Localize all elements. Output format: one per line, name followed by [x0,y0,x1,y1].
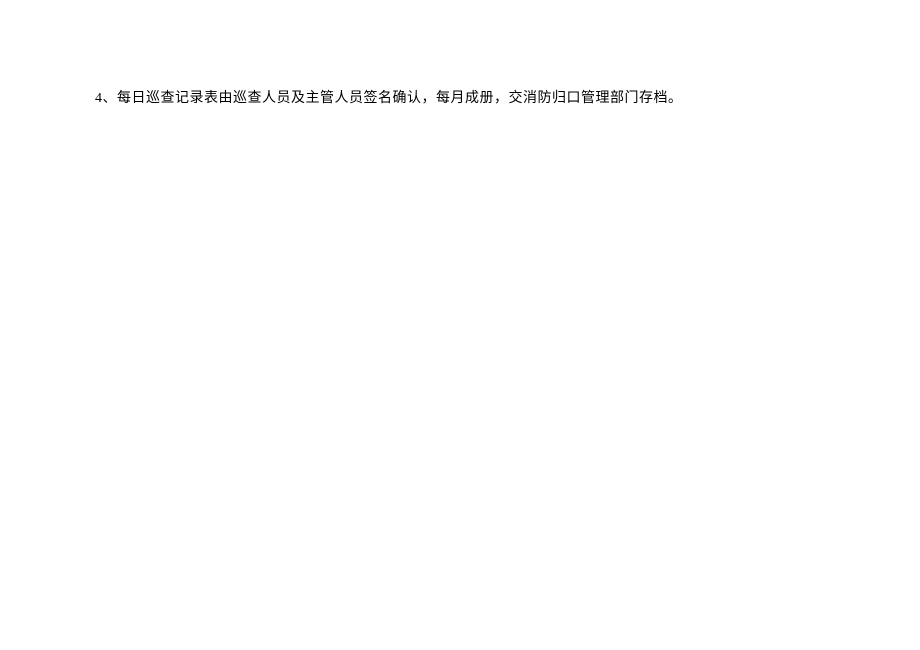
paragraph-item-4: 4、每日巡查记录表由巡查人员及主管人员签名确认，每月成册，交消防归口管理部门存档… [95,88,825,110]
document-page: 4、每日巡查记录表由巡查人员及主管人员签名确认，每月成册，交消防归口管理部门存档… [0,0,920,650]
